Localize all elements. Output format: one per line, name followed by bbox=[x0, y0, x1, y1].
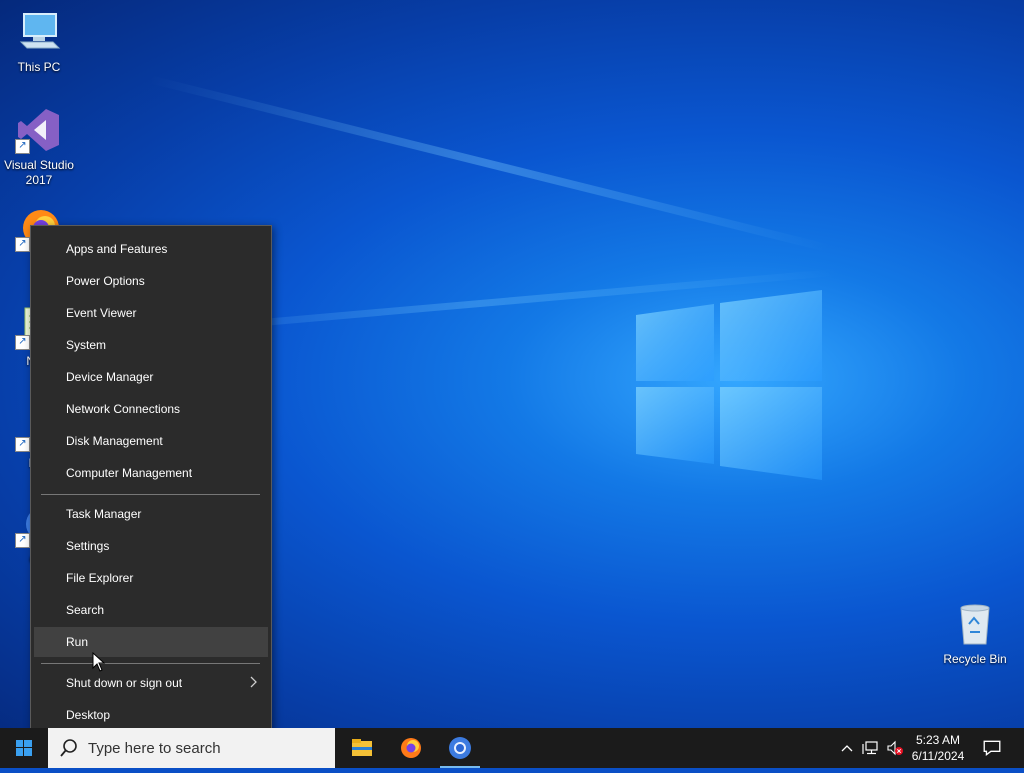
shortcut-arrow-icon: ↗ bbox=[15, 335, 30, 350]
menu-item-system[interactable]: System bbox=[34, 330, 268, 360]
menu-item-task-manager[interactable]: Task Manager bbox=[34, 499, 268, 529]
menu-item-event-viewer[interactable]: Event Viewer bbox=[34, 298, 268, 328]
network-icon[interactable] bbox=[862, 740, 880, 756]
desktop-icon-recycle-bin[interactable]: Recycle Bin bbox=[938, 600, 1012, 667]
desktop-icon-label-line1: Visual Studio bbox=[4, 158, 74, 172]
computer-icon bbox=[15, 8, 63, 56]
menu-item-network-connections[interactable]: Network Connections bbox=[34, 394, 268, 424]
menu-separator bbox=[41, 663, 260, 664]
desktop-icon-label: This PC bbox=[17, 60, 61, 74]
clock-date: 6/11/2024 bbox=[911, 749, 965, 763]
shortcut-arrow-icon: ↗ bbox=[15, 533, 30, 548]
recycle-bin-icon bbox=[951, 600, 999, 648]
file-explorer-icon bbox=[352, 739, 372, 756]
mouse-cursor-icon bbox=[92, 652, 106, 672]
shortcut-arrow-icon: ↗ bbox=[15, 139, 30, 154]
menu-item-desktop[interactable]: Desktop bbox=[34, 700, 268, 730]
shortcut-arrow-icon: ↗ bbox=[15, 437, 30, 452]
menu-item-shut-down-or-sign-out[interactable]: Shut down or sign out bbox=[34, 668, 268, 698]
menu-item-power-options[interactable]: Power Options bbox=[34, 266, 268, 296]
menu-item-file-explorer[interactable]: File Explorer bbox=[34, 563, 268, 593]
visual-studio-icon: ↗ bbox=[15, 106, 63, 154]
menu-item-computer-management[interactable]: Computer Management bbox=[34, 458, 268, 488]
menu-item-disk-management[interactable]: Disk Management bbox=[34, 426, 268, 456]
shortcut-arrow-icon: ↗ bbox=[15, 237, 30, 252]
windows-wallpaper-logo bbox=[636, 290, 822, 480]
menu-separator bbox=[41, 494, 260, 495]
taskbar-file-explorer[interactable] bbox=[338, 728, 386, 768]
taskbar-search-box[interactable]: Type here to search bbox=[48, 728, 335, 768]
desktop-icon-this-pc[interactable]: This PC bbox=[3, 8, 75, 75]
notification-center-icon[interactable] bbox=[982, 739, 1002, 757]
menu-item-device-manager[interactable]: Device Manager bbox=[34, 362, 268, 392]
firefox-icon bbox=[401, 738, 421, 758]
search-placeholder: Type here to search bbox=[88, 740, 221, 757]
windows-start-icon bbox=[16, 740, 32, 756]
taskbar-clock[interactable]: 5:23 AM 6/11/2024 bbox=[900, 732, 976, 764]
clock-time: 5:23 AM bbox=[915, 733, 961, 747]
show-hidden-icons-chevron-icon[interactable] bbox=[838, 740, 856, 756]
search-icon bbox=[60, 739, 77, 757]
winx-context-menu: Apps and Features Power Options Event Vi… bbox=[30, 225, 272, 742]
desktop-icon-visual-studio[interactable]: ↗ Visual Studio 2017 bbox=[3, 106, 75, 188]
chevron-right-icon bbox=[250, 676, 257, 688]
taskbar: Type here to search 5:23 AM 6/11/2024 bbox=[0, 728, 1024, 768]
start-button[interactable] bbox=[0, 728, 48, 768]
desktop-icon-label: Recycle Bin bbox=[943, 652, 1007, 666]
taskbar-chrome[interactable] bbox=[436, 728, 484, 768]
desktop-icon-label-line2: 2017 bbox=[25, 173, 53, 187]
menu-item-search[interactable]: Search bbox=[34, 595, 268, 625]
menu-item-apps-and-features[interactable]: Apps and Features bbox=[34, 234, 268, 264]
menu-item-run[interactable]: Run bbox=[34, 627, 268, 657]
taskbar-firefox[interactable] bbox=[387, 728, 435, 768]
chrome-icon bbox=[449, 737, 471, 759]
menu-item-settings[interactable]: Settings bbox=[34, 531, 268, 561]
